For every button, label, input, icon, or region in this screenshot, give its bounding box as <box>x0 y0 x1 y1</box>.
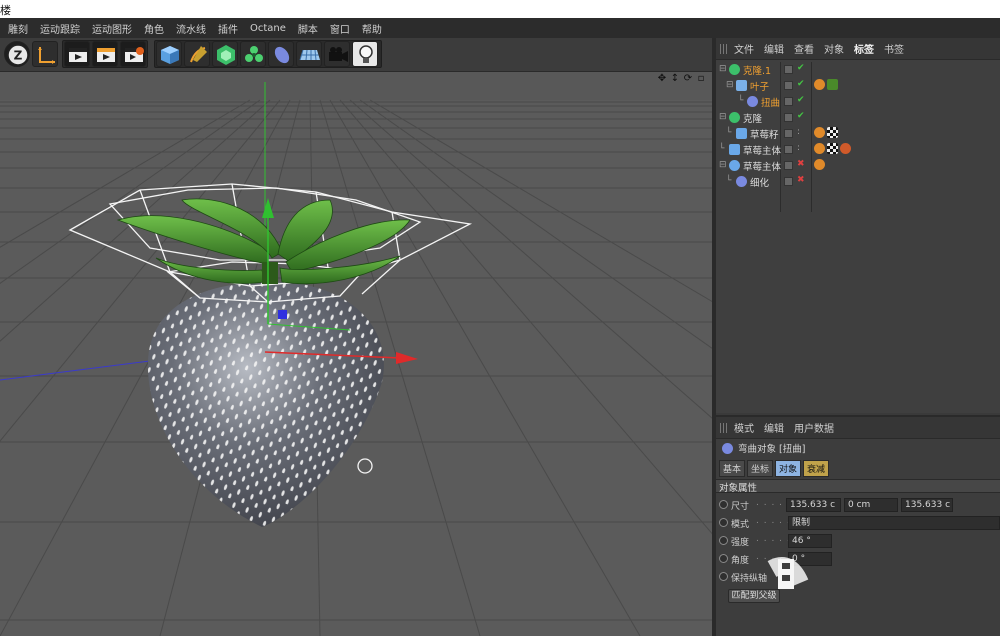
object-manager-menu: 文件 编辑 查看 对象 标签 书签 <box>716 38 1000 60</box>
menu-item-motion-tracking[interactable]: 运动跟踪 <box>40 21 80 36</box>
coordinate-system-icon[interactable]: Z <box>4 41 30 67</box>
subdivision-icon <box>736 176 747 187</box>
material-tag-icon[interactable] <box>814 79 825 90</box>
mode-select[interactable]: 限制 <box>788 516 1000 530</box>
menu-bar: 雕刻 运动跟踪 运动图形 角色 流水线 插件 Octane 脚本 窗口 帮助 <box>0 18 1000 38</box>
menu-item-sculpt[interactable]: 雕刻 <box>8 21 28 36</box>
angle-row: 角度 . . . . . . . . 0 ° <box>716 551 1000 567</box>
section-header: 对象属性 <box>716 479 1000 494</box>
cloner-icon <box>729 112 740 123</box>
om-menu-file[interactable]: 文件 <box>734 41 754 56</box>
attribute-manager: 模式 编辑 用户数据 弯曲对象 [扭曲] 基本 坐标 对象 衰减 对象属性 尺寸… <box>716 415 1000 636</box>
menu-item-help[interactable]: 帮助 <box>362 21 382 36</box>
move-view-icon[interactable]: ✥ <box>657 74 667 84</box>
size-z-field[interactable]: 135.633 c <box>901 498 953 512</box>
3d-viewport[interactable]: ✥ ↕ ⟳ ▫ <box>0 72 712 636</box>
attribute-object-title: 弯曲对象 [扭曲] <box>722 441 805 455</box>
menu-item-window[interactable]: 窗口 <box>330 21 350 36</box>
strength-row: 强度 . . . . . . . . 46 ° <box>716 533 1000 549</box>
menu-item-pipeline[interactable]: 流水线 <box>176 21 206 36</box>
texture-tag-icon[interactable] <box>827 79 838 90</box>
object-manager: 文件 编辑 查看 对象 标签 书签 ⊟ 克隆.1 ✔ ⊟ 叶子 ✔ └ 扭曲 ✔… <box>716 38 1000 413</box>
bend-deformer-icon <box>747 96 758 107</box>
cube-icon[interactable] <box>156 41 182 67</box>
menu-item-script[interactable]: 脚本 <box>298 21 318 36</box>
object-list: ⊟ 克隆.1 ✔ ⊟ 叶子 ✔ └ 扭曲 ✔ ⊟ 克隆 ✔ └ 草莓籽: └ … <box>716 62 1000 190</box>
om-menu-tags[interactable]: 标签 <box>854 41 874 56</box>
title-bar: 楼 <box>0 0 1000 18</box>
subdivision-surface-icon[interactable] <box>212 41 238 67</box>
tab-falloff[interactable]: 衰减 <box>803 460 830 477</box>
grip-icon[interactable] <box>720 44 728 54</box>
render-view-icon[interactable] <box>64 41 90 67</box>
menu-item-octane[interactable]: Octane <box>250 23 286 34</box>
animate-radio[interactable] <box>719 518 728 527</box>
render-settings-icon[interactable] <box>120 41 146 67</box>
am-menu-mode[interactable]: 模式 <box>734 420 754 435</box>
list-item[interactable]: └ 细化 ✖ <box>716 174 1000 190</box>
floor-icon <box>736 80 747 91</box>
cloner-icon[interactable] <box>240 41 266 67</box>
main-toolbar: Z <box>0 38 712 72</box>
om-menu-view[interactable]: 查看 <box>794 41 814 56</box>
phong-tag-icon[interactable] <box>840 143 851 154</box>
animate-radio[interactable] <box>719 572 728 581</box>
om-menu-edit[interactable]: 编辑 <box>764 41 784 56</box>
list-item[interactable]: ⊟ 克隆.1 ✔ <box>716 62 1000 78</box>
menu-item-character[interactable]: 角色 <box>144 21 164 36</box>
animate-radio[interactable] <box>719 500 728 509</box>
rotate-view-icon[interactable]: ⟳ <box>683 74 693 84</box>
menu-item-mograph[interactable]: 运动图形 <box>92 21 132 36</box>
polygon-object-icon <box>729 144 740 155</box>
bend-deformer-icon <box>722 442 733 454</box>
material-tag-icon[interactable] <box>814 127 825 138</box>
deformer-bend-icon[interactable] <box>268 41 294 67</box>
list-item[interactable]: └ 草莓籽 : <box>716 126 1000 142</box>
material-tag-icon[interactable] <box>814 143 825 154</box>
am-menu-edit[interactable]: 编辑 <box>764 420 784 435</box>
size-y-field[interactable]: 0 cm <box>844 498 898 512</box>
axis-lock-icon[interactable] <box>32 41 58 67</box>
floor-scene-icon[interactable] <box>296 41 322 67</box>
cloner-icon <box>729 64 740 75</box>
checker-tag-icon[interactable] <box>827 143 838 154</box>
animate-radio[interactable] <box>719 536 728 545</box>
size-x-field[interactable]: 135.633 c <box>786 498 841 512</box>
tab-basic[interactable]: 基本 <box>719 460 746 477</box>
camera-icon[interactable] <box>324 41 350 67</box>
menu-item-plugins[interactable]: 插件 <box>218 21 238 36</box>
om-menu-bookmarks[interactable]: 书签 <box>884 41 904 56</box>
viewport-nav-icons[interactable]: ✥ ↕ ⟳ ▫ <box>657 74 706 84</box>
pen-spline-icon[interactable] <box>184 41 210 67</box>
maximize-view-icon[interactable]: ▫ <box>696 74 706 84</box>
tab-object[interactable]: 对象 <box>775 460 802 477</box>
svg-text:Z: Z <box>14 49 23 63</box>
watermark-logo-icon <box>767 557 809 589</box>
list-item[interactable]: └ 扭曲 ✔ <box>716 94 1000 110</box>
am-menu-user-data[interactable]: 用户数据 <box>794 420 834 435</box>
attribute-manager-menu: 模式 编辑 用户数据 <box>716 417 1000 439</box>
mode-row: 模式 . . . . . . . . 限制 <box>716 515 1000 531</box>
render-to-picture-viewer-icon[interactable] <box>92 41 118 67</box>
list-item[interactable]: ⊟ 叶子 ✔ <box>716 78 1000 94</box>
material-tag-icon[interactable] <box>814 159 825 170</box>
attribute-tabs: 基本 坐标 对象 衰减 <box>719 460 830 477</box>
sphere-icon <box>729 160 740 171</box>
checker-tag-icon[interactable] <box>827 127 838 138</box>
title-text: 楼 <box>0 4 11 17</box>
polygon-object-icon <box>736 128 747 139</box>
zoom-view-icon[interactable]: ↕ <box>670 74 680 84</box>
size-row: 尺寸 . . . . . . . . 135.633 c 0 cm 135.63… <box>716 497 1000 513</box>
list-item[interactable]: ⊟ 草莓主体 ✖ <box>716 158 1000 174</box>
om-menu-object[interactable]: 对象 <box>824 41 844 56</box>
light-icon[interactable] <box>352 41 378 67</box>
list-item[interactable]: └ 草莓主体 : <box>716 142 1000 158</box>
tab-coordinates[interactable]: 坐标 <box>747 460 774 477</box>
grip-icon[interactable] <box>720 423 728 433</box>
list-item[interactable]: ⊟ 克隆 ✔ <box>716 110 1000 126</box>
animate-radio[interactable] <box>719 554 728 563</box>
keep-length-row: 保持纵轴 <box>716 569 1000 585</box>
